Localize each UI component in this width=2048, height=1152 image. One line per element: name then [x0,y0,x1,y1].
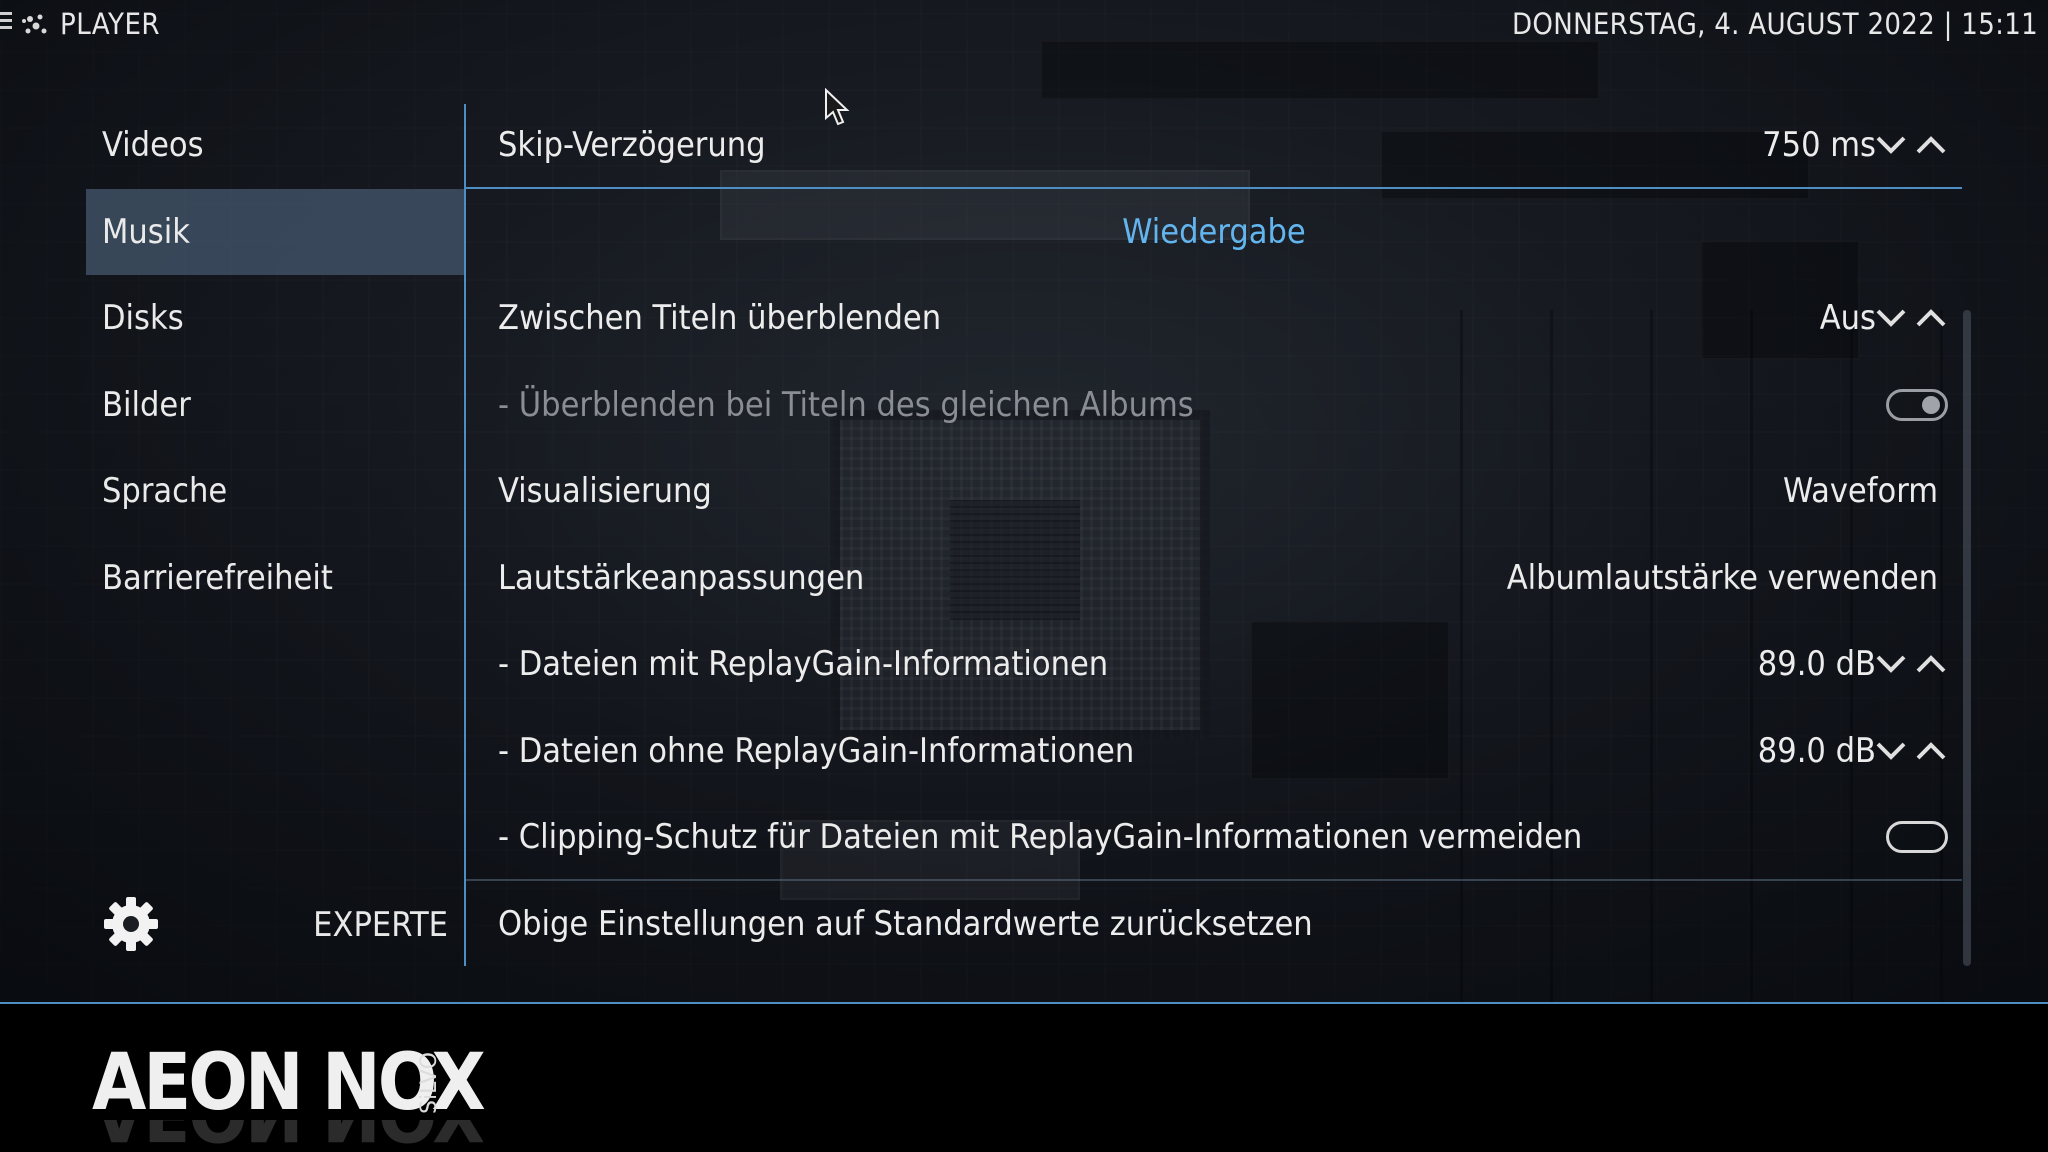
setting-clipping-protection[interactable]: - Clipping-Schutz für Dateien mit Replay… [466,794,1962,881]
setting-value: Albumlautstärke verwenden [1506,557,1938,598]
setting-label: Zwischen Titeln überblenden [498,298,942,338]
setting-crossfade-album[interactable]: - Überblenden bei Titeln des gleichen Al… [466,362,1962,449]
setting-value: 89.0 dB [1757,644,1876,684]
setting-visualization[interactable]: Visualisierung Waveform [466,448,1962,535]
menu-item-videos[interactable]: Videos [86,102,464,189]
toggle-icon[interactable] [1886,388,1948,421]
chevron-down-icon[interactable] [1874,649,1908,679]
setting-label: - Dateien ohne ReplayGain-Informationen [498,730,1135,771]
chevron-up-icon[interactable] [1914,130,1948,160]
chevron-down-icon[interactable] [1874,130,1908,160]
scrollbar[interactable] [1963,310,1971,966]
category-menu: Videos Musik Disks Bilder Sprache Barrie… [86,102,464,621]
setting-label: Lautstärkeanpassungen [498,557,865,598]
settings-list: Skip-Verzögerung 750 ms Wiedergabe Zwisc… [466,102,1962,967]
menu-item-barrierefreiheit[interactable]: Barrierefreiheit [86,535,464,622]
footer-logo-area: AEON NOX AEON NOX SiLVO [0,1004,2048,1152]
setting-label: Visualisierung [498,471,712,511]
skin-logo-subtitle: SiLVO [417,1052,442,1114]
menu-item-bilder[interactable]: Bilder [86,362,464,449]
menu-item-sprache[interactable]: Sprache [86,448,464,535]
date-time: DONNERSTAG, 4. AUGUST 2022 | 15:11 [1512,7,2038,41]
setting-value: Aus [1819,298,1876,338]
setting-volume-adjust[interactable]: Lautstärkeanpassungen Albumlautstärke ve… [466,535,1962,622]
reset-separator [466,879,1962,881]
spin-control [1874,130,1950,160]
setting-replaygain-with-info[interactable]: - Dateien mit ReplayGain-Informationen 8… [466,621,1962,708]
toggle-icon[interactable] [1886,821,1948,853]
setting-value: Waveform [1783,471,1938,511]
menu-item-disks[interactable]: Disks [86,275,464,362]
setting-reset-defaults[interactable]: Obige Einstellungen auf Standardwerte zu… [466,881,1962,968]
gear-icon [104,897,158,951]
menu-item-musik[interactable]: Musik [86,188,464,275]
chevron-up-icon[interactable] [1914,303,1948,333]
spin-control [1874,736,1950,766]
setting-crossfade[interactable]: Zwischen Titeln überblenden Aus [466,275,1962,362]
spin-control [1874,649,1950,679]
mouse-cursor-icon [825,88,850,126]
chevron-down-icon[interactable] [1874,303,1908,333]
chevron-up-icon[interactable] [1914,736,1948,766]
setting-label: Obige Einstellungen auf Standardwerte zu… [498,903,1313,944]
top-bar: PLAYER DONNERSTAG, 4. AUGUST 2022 | 15:1… [0,0,2048,50]
settings-level-label: EXPERTE [313,905,448,945]
skin-logo-reflection: AEON NOX [92,1120,483,1150]
setting-skip-delay[interactable]: Skip-Verzögerung 750 ms [466,102,1962,189]
setting-replaygain-without-info[interactable]: - Dateien ohne ReplayGain-Informationen … [466,708,1962,795]
setting-value: 750 ms [1762,125,1876,165]
spin-control [1874,303,1950,333]
setting-label: - Überblenden bei Titeln des gleichen Al… [498,384,1194,425]
category-label: Wiedergabe [1122,211,1306,252]
setting-label: Skip-Verzögerung [498,125,766,165]
section-title: PLAYER [60,7,161,41]
player-icon [22,14,47,34]
setting-value: 89.0 dB [1757,730,1876,771]
settings-level-button[interactable]: EXPERTE [86,880,464,966]
chevron-down-icon[interactable] [1874,736,1908,766]
chevron-up-icon[interactable] [1914,649,1948,679]
category-header: Wiedergabe [466,189,1962,276]
setting-label: - Dateien mit ReplayGain-Informationen [498,644,1109,684]
setting-label: - Clipping-Schutz für Dateien mit Replay… [498,817,1583,857]
menu-icon[interactable] [0,12,12,33]
